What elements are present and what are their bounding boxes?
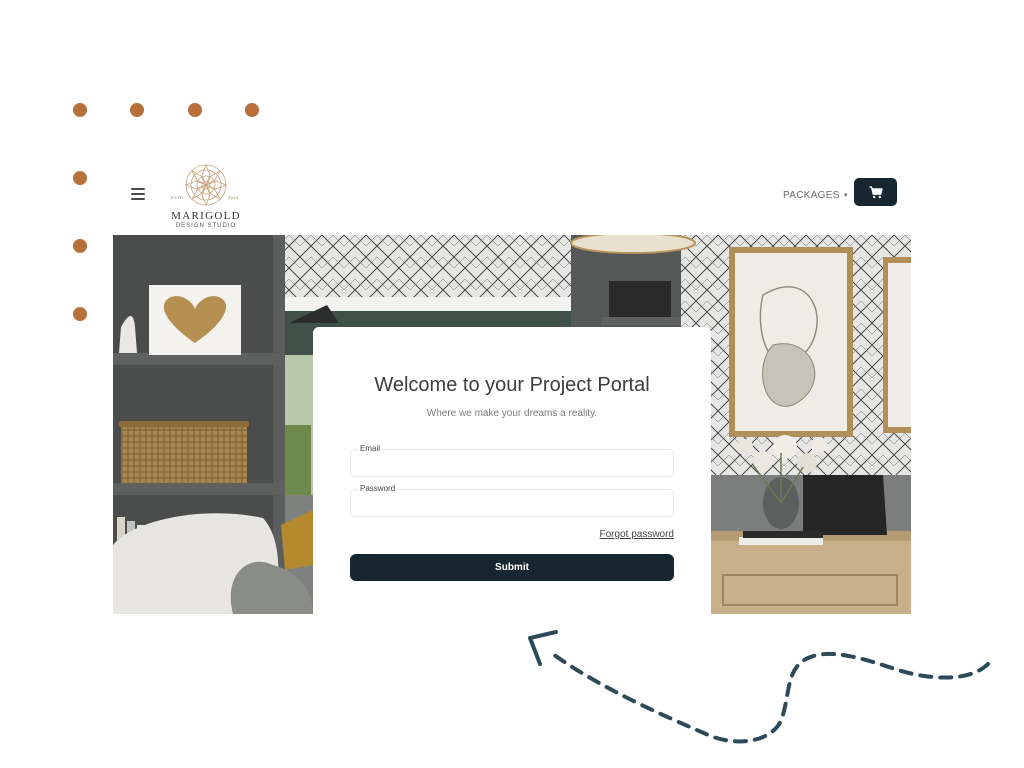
chevron-down-icon: ▼	[842, 193, 849, 199]
mandala-flower-icon	[184, 163, 228, 207]
decorative-dot	[73, 171, 87, 185]
decorative-dot	[73, 307, 87, 321]
decorative-dot	[73, 103, 87, 117]
logo-tagline: DESIGN STUDIO	[175, 223, 237, 229]
nav-packages[interactable]: PACKAGES ▼	[783, 190, 849, 201]
logo-name: MARIGOLD	[171, 210, 241, 222]
decorative-dot	[188, 103, 202, 117]
password-input[interactable]	[351, 490, 673, 516]
password-field[interactable]: Password	[350, 484, 674, 517]
submit-button[interactable]: Submit	[350, 554, 674, 581]
decorative-dot	[245, 103, 259, 117]
login-title: Welcome to your Project Portal	[374, 374, 650, 396]
login-subtitle: Where we make your dreams a reality.	[426, 408, 598, 419]
hamburger-menu-icon[interactable]	[131, 188, 145, 200]
forgot-password-link[interactable]: Forgot password	[600, 529, 674, 540]
nav-packages-label: PACKAGES	[783, 190, 840, 201]
login-card: Welcome to your Project Portal Where we …	[313, 327, 711, 614]
studio-logo[interactable]: ESTD. 2014 MARIGOLD DESIGN STUDIO	[165, 162, 247, 230]
cart-icon	[869, 185, 883, 198]
email-input[interactable]	[351, 450, 673, 476]
dashed-arrow-icon	[528, 630, 990, 744]
email-field[interactable]: Email	[350, 444, 674, 477]
decorative-dot	[130, 103, 144, 117]
cart-button[interactable]	[854, 178, 897, 206]
logo-established-label: ESTD.	[171, 195, 186, 200]
decorative-dot	[73, 239, 87, 253]
site-header: ESTD. 2014 MARIGOLD DESIGN STUDIO PACKAG…	[113, 154, 911, 235]
logo-year: 2014	[228, 195, 239, 200]
